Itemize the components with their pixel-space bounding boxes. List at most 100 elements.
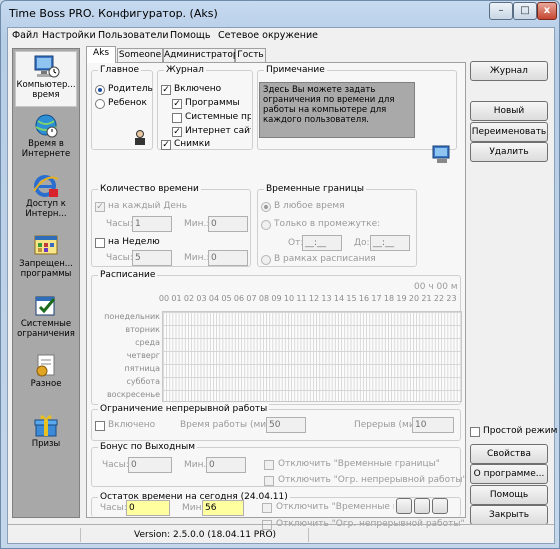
schedule-hour-label: 14 bbox=[333, 294, 345, 303]
journal-sites-checkbox[interactable]: ✓ bbox=[172, 127, 182, 137]
bonus-hours-label: Часы: bbox=[102, 460, 129, 470]
daily-hours-input[interactable]: 1 bbox=[132, 216, 172, 232]
sidebar-label-computer-time: Компьютер... время bbox=[16, 80, 76, 100]
schedule-hour-label: 08 bbox=[258, 294, 270, 303]
client-area: Файл Настройки Пользователи Помощь Сетев… bbox=[7, 27, 557, 544]
journal-snapshots-checkbox[interactable]: ✓ bbox=[161, 140, 171, 150]
schedule-label: В рамках расписания bbox=[274, 254, 376, 264]
bonus-disable-bounds-checkbox[interactable] bbox=[264, 460, 274, 470]
remaining-disable-bounds-label: Отключить "Временные границ bbox=[276, 502, 394, 512]
journal-enabled-checkbox[interactable]: ✓ bbox=[161, 85, 171, 95]
schedule-group: Расписание 00 ч 00 м 00 01 02 03 04 05 06 07 08 0… bbox=[91, 270, 462, 405]
bonus-min-input[interactable]: 0 bbox=[206, 457, 246, 473]
tab-someone[interactable]: Someone bbox=[117, 48, 163, 62]
time-amount-group: Количество времени ✓ на каждый День Часы… bbox=[91, 184, 251, 267]
from-input[interactable]: __:__ bbox=[302, 235, 342, 251]
schedule-grid[interactable] bbox=[162, 311, 462, 402]
to-input[interactable]: __:__ bbox=[370, 235, 410, 251]
remaining-hours-input[interactable]: 0 bbox=[126, 500, 170, 516]
programs-icon bbox=[34, 235, 58, 255]
rename-user-button[interactable]: Переименовать bbox=[470, 122, 548, 142]
bonus-disable-bounds-label: Отключить "Временные границы" bbox=[278, 459, 440, 469]
about-button[interactable]: О программе... bbox=[470, 464, 548, 484]
journal-system-label: Системные про bbox=[185, 112, 251, 122]
daily-hours-label: Часы: bbox=[106, 219, 133, 229]
app-window: Time Boss PRO. Конфигуратор. (Aks) – □ x… bbox=[0, 0, 560, 549]
menu-settings[interactable]: Настройки bbox=[42, 30, 96, 41]
menu-help[interactable]: Помощь bbox=[170, 30, 210, 41]
main-group: Главное Родитель Ребенок bbox=[91, 65, 153, 150]
menu-bar: Файл Настройки Пользователи Помощь Сетев… bbox=[8, 28, 554, 44]
schedule-hour-label: 03 bbox=[196, 294, 207, 303]
sidebar-item-computer-time[interactable]: Компьютер... время bbox=[15, 51, 77, 107]
parent-label: Родитель bbox=[108, 84, 153, 94]
sidebar-label-blocked-programs: Запрещен... программы bbox=[19, 259, 73, 279]
sidebar-item-misc[interactable]: Разное bbox=[15, 351, 77, 407]
sidebar-item-prizes[interactable]: Призы bbox=[15, 411, 77, 467]
daily-min-input[interactable]: 0 bbox=[208, 216, 248, 232]
weekly-checkbox[interactable] bbox=[95, 238, 105, 248]
break-input[interactable]: 10 bbox=[412, 417, 454, 433]
menu-users[interactable]: Пользователи bbox=[98, 30, 169, 41]
daily-checkbox[interactable]: ✓ bbox=[95, 202, 105, 212]
simple-mode-checkbox[interactable] bbox=[470, 427, 480, 437]
schedule-hour-label: 09 bbox=[271, 294, 282, 303]
sidebar-item-internet-access[interactable]: Доступ к Интерн... bbox=[15, 171, 77, 227]
range-radio[interactable] bbox=[261, 220, 271, 230]
properties-button[interactable]: Свойства bbox=[470, 444, 548, 464]
any-time-radio[interactable] bbox=[261, 202, 271, 212]
help-button[interactable]: Помощь bbox=[470, 485, 548, 505]
remaining-btn-2[interactable] bbox=[414, 498, 430, 514]
weekend-bonus-group: Бонус по Выходным Часы: 0 Мин.: 0 Отключ… bbox=[91, 442, 467, 487]
tab-guest[interactable]: Гость bbox=[235, 48, 266, 62]
bonus-disable-continuous-checkbox[interactable] bbox=[264, 476, 274, 486]
maximize-button[interactable]: □ bbox=[513, 2, 537, 20]
bonus-hours-input[interactable]: 0 bbox=[128, 457, 172, 473]
close-button[interactable]: Закрыть bbox=[470, 505, 548, 525]
child-radio[interactable] bbox=[95, 99, 105, 109]
schedule-hour-label: 11 bbox=[296, 294, 307, 303]
sidebar-item-internet-time[interactable]: Время в Интернете bbox=[15, 111, 77, 167]
weekly-min-input[interactable]: 0 bbox=[208, 250, 248, 266]
tab-panel: Главное Родитель Ребенок Журнал ✓ Включе… bbox=[86, 62, 467, 518]
schedule-hour-label: 19 bbox=[396, 294, 407, 303]
menu-network[interactable]: Сетевое окружение bbox=[218, 30, 318, 41]
remaining-btn-3[interactable] bbox=[432, 498, 448, 514]
sidebar-label-misc: Разное bbox=[30, 379, 62, 389]
journal-system-checkbox[interactable] bbox=[172, 113, 182, 123]
weekly-hours-input[interactable]: 5 bbox=[132, 250, 172, 266]
sidebar-item-system-restrictions[interactable]: Системные ограничения bbox=[15, 291, 77, 347]
journal-programs-checkbox[interactable]: ✓ bbox=[172, 99, 182, 109]
note-text[interactable]: Здесь Вы можете задать ограничения по вр… bbox=[259, 82, 415, 138]
schedule-hour-label: 01 bbox=[171, 294, 182, 303]
remaining-disable-bounds-checkbox[interactable] bbox=[262, 503, 272, 513]
note-group-title: Примечание bbox=[264, 65, 327, 75]
close-window-button[interactable]: x bbox=[537, 2, 557, 20]
daily-min-label: Мин.: bbox=[184, 219, 210, 229]
menu-file[interactable]: Файл bbox=[12, 30, 38, 41]
sidebar-label-internet-time: Время в Интернете bbox=[21, 139, 71, 159]
journal-programs-label: Программы bbox=[185, 98, 240, 108]
delete-user-button[interactable]: Удалить bbox=[470, 142, 548, 162]
sidebar-item-blocked-programs[interactable]: Запрещен... программы bbox=[15, 231, 77, 287]
continuous-enabled-checkbox[interactable] bbox=[95, 421, 105, 431]
parent-radio[interactable] bbox=[95, 85, 105, 95]
remaining-hours-label: Часы: bbox=[100, 503, 127, 513]
daily-label: на каждый День bbox=[108, 201, 188, 211]
title-bar[interactable]: Time Boss PRO. Конфигуратор. (Aks) – □ x bbox=[1, 1, 559, 27]
schedule-hour-label: 07 bbox=[246, 294, 257, 303]
status-separator-right bbox=[308, 528, 309, 542]
work-time-input[interactable]: 50 bbox=[266, 417, 306, 433]
tab-aks[interactable]: Aks bbox=[86, 46, 116, 63]
remaining-btn-1[interactable] bbox=[396, 498, 412, 514]
schedule-hour-label: 21 bbox=[421, 294, 432, 303]
time-bounds-group: Временные границы В любое время Только в… bbox=[257, 184, 417, 267]
ie-icon bbox=[33, 175, 59, 197]
new-user-button[interactable]: Новый bbox=[470, 101, 548, 121]
bonus-disable-continuous-label: Отключить "Огр. непрерывной работы" bbox=[278, 475, 467, 485]
journal-button[interactable]: Журнал bbox=[470, 61, 548, 81]
minimize-button[interactable]: – bbox=[489, 2, 513, 20]
remaining-min-input[interactable]: 56 bbox=[202, 500, 244, 516]
tab-admin[interactable]: Администратор bbox=[163, 48, 239, 62]
schedule-radio[interactable] bbox=[261, 255, 271, 265]
